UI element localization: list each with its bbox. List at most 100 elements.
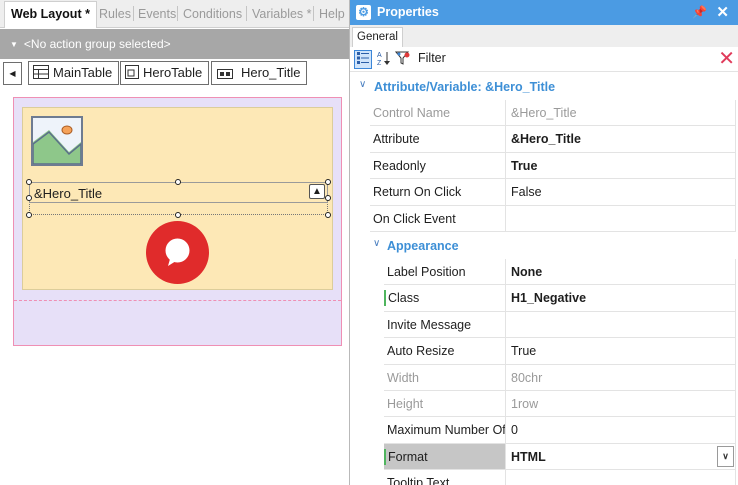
clear-filter-icon[interactable]: ✕ bbox=[718, 48, 735, 70]
property-row-attribute[interactable]: Attribute &Hero_Title bbox=[350, 126, 738, 153]
property-row-on-click-event[interactable]: On Click Event bbox=[350, 205, 738, 232]
property-value[interactable]: 0 bbox=[506, 417, 736, 444]
property-row-label-position[interactable]: Label Position None bbox=[350, 259, 738, 286]
pin-icon[interactable]: 📌 bbox=[692, 0, 707, 25]
property-name: Return On Click bbox=[370, 179, 506, 206]
resize-handle[interactable] bbox=[26, 195, 32, 201]
property-value[interactable]: False bbox=[506, 179, 736, 206]
resize-handle[interactable] bbox=[325, 179, 331, 185]
resize-handle[interactable] bbox=[26, 212, 32, 218]
hero-title-text: &Hero_Title bbox=[34, 186, 103, 201]
property-name: Tooltip Text bbox=[384, 470, 506, 485]
svg-text:A: A bbox=[377, 52, 382, 59]
web-layout-designer: Web Layout * Rules Events Conditions Var… bbox=[0, 0, 349, 485]
action-group-label: <No action group selected> bbox=[23, 37, 171, 51]
back-arrow-icon[interactable]: ◀ bbox=[3, 62, 22, 85]
property-row-readonly[interactable]: Readonly True bbox=[350, 152, 738, 180]
categorized-view-icon[interactable] bbox=[354, 50, 372, 69]
category-attribute-variable[interactable]: ∨ Attribute/Variable: &Hero_Title bbox=[350, 73, 738, 99]
breadcrumb-hero-table[interactable]: HeroTable bbox=[120, 61, 210, 86]
filter-icon[interactable] bbox=[394, 50, 412, 69]
tab-web-layout[interactable]: Web Layout * bbox=[4, 1, 97, 28]
hero-table[interactable]: &Hero_Title ▲ bbox=[22, 107, 333, 290]
property-value[interactable]: None bbox=[506, 259, 736, 286]
property-value[interactable] bbox=[506, 470, 736, 485]
property-row-height[interactable]: Height 1row bbox=[350, 391, 738, 418]
tab-rules[interactable]: Rules bbox=[99, 5, 131, 23]
property-row-control-name[interactable]: Control Name &Hero_Title bbox=[350, 100, 738, 127]
tab-variables[interactable]: Variables * bbox=[252, 5, 312, 23]
property-row-tooltip-text[interactable]: Tooltip Text bbox=[350, 470, 738, 485]
tab-events[interactable]: Events bbox=[138, 5, 176, 23]
property-row-invite-message[interactable]: Invite Message bbox=[350, 311, 738, 339]
property-name: Width bbox=[384, 364, 506, 391]
property-name: Format bbox=[384, 443, 506, 471]
resize-handle[interactable] bbox=[26, 179, 32, 185]
property-value[interactable]: &Hero_Title bbox=[506, 126, 736, 153]
property-value[interactable]: &Hero_Title bbox=[506, 100, 736, 127]
properties-toolbar: AZ Filter ✕ bbox=[350, 47, 738, 72]
breadcrumb-label: Hero_Title bbox=[241, 65, 301, 80]
property-value[interactable]: True bbox=[506, 152, 736, 180]
gear-icon: ⚙ bbox=[356, 5, 371, 20]
property-name: Control Name bbox=[370, 100, 506, 127]
chat-button[interactable] bbox=[146, 221, 209, 284]
table-row-divider bbox=[14, 300, 341, 301]
properties-tabs: General bbox=[350, 25, 738, 47]
resize-handle[interactable] bbox=[325, 212, 331, 218]
breadcrumb-hero-title[interactable]: Hero_Title bbox=[211, 61, 308, 85]
action-group-selector[interactable]: ▼ <No action group selected> bbox=[0, 29, 349, 59]
format-select[interactable]: HTML ∨ bbox=[506, 443, 736, 471]
property-value[interactable] bbox=[506, 205, 736, 232]
chevron-down-icon: ∨ bbox=[373, 238, 381, 249]
chevron-down-icon: ∨ bbox=[359, 79, 367, 90]
table-icon bbox=[125, 64, 139, 86]
properties-title: Properties bbox=[377, 5, 439, 19]
resize-handle[interactable] bbox=[325, 195, 331, 201]
chat-bubble-icon bbox=[165, 238, 190, 266]
property-row-maximum-number-of[interactable]: Maximum Number Of 0 bbox=[350, 417, 738, 444]
property-row-format[interactable]: Format HTML ∨ bbox=[350, 443, 738, 471]
hero-title-textbox[interactable]: &Hero_Title ▲ bbox=[29, 182, 328, 203]
modified-marker bbox=[384, 448, 386, 465]
format-select-value: HTML bbox=[511, 449, 546, 464]
property-value[interactable]: H1_Negative bbox=[506, 285, 736, 312]
tab-separator bbox=[246, 6, 247, 21]
breadcrumb-main-table[interactable]: MainTable bbox=[28, 61, 120, 85]
tab-help[interactable]: Help bbox=[319, 5, 345, 23]
breadcrumb: ◀ MainTable HeroTable Hero_Title bbox=[0, 60, 349, 88]
filter-input[interactable] bbox=[444, 50, 710, 69]
property-row-auto-resize[interactable]: Auto Resize True bbox=[350, 338, 738, 365]
svg-text:Z: Z bbox=[377, 60, 382, 66]
property-name: Readonly bbox=[370, 152, 506, 180]
property-row-width[interactable]: Width 80chr bbox=[350, 364, 738, 391]
image-placeholder-icon[interactable] bbox=[31, 116, 83, 166]
modified-marker bbox=[384, 290, 386, 307]
tab-general[interactable]: General bbox=[352, 27, 403, 47]
property-value[interactable]: 1row bbox=[506, 391, 736, 418]
sort-alphabetical-icon[interactable]: AZ bbox=[375, 50, 393, 69]
category-appearance[interactable]: ∨ Appearance bbox=[350, 232, 738, 258]
property-row-return-on-click[interactable]: Return On Click False bbox=[350, 179, 738, 206]
chevron-down-icon[interactable]: ∨ bbox=[717, 445, 734, 467]
resize-handle[interactable] bbox=[175, 179, 181, 185]
property-name: Attribute bbox=[370, 126, 506, 153]
property-value[interactable] bbox=[506, 311, 736, 339]
property-name: Class bbox=[384, 285, 506, 312]
properties-title-bar: ⚙ Properties 📌 ✕ bbox=[350, 0, 738, 25]
property-value[interactable]: 80chr bbox=[506, 364, 736, 391]
tab-separator bbox=[177, 6, 178, 21]
property-row-class[interactable]: Class H1_Negative bbox=[350, 285, 738, 312]
close-icon[interactable]: ✕ bbox=[716, 0, 729, 25]
editor-tabs: Web Layout * Rules Events Conditions Var… bbox=[0, 0, 349, 28]
property-name: Auto Resize bbox=[384, 338, 506, 365]
property-name: Label Position bbox=[384, 259, 506, 286]
tab-conditions[interactable]: Conditions bbox=[183, 5, 242, 23]
breadcrumb-label: HeroTable bbox=[143, 65, 203, 80]
select-parent-arrow-icon[interactable]: ▲ bbox=[309, 184, 325, 199]
main-table[interactable]: &Hero_Title ▲ bbox=[13, 97, 342, 346]
property-name-label: Class bbox=[388, 291, 420, 306]
resize-handle[interactable] bbox=[175, 212, 181, 218]
property-value[interactable]: True bbox=[506, 338, 736, 365]
properties-panel: ⚙ Properties 📌 ✕ General AZ Filter ✕ ∨ A… bbox=[349, 0, 738, 485]
